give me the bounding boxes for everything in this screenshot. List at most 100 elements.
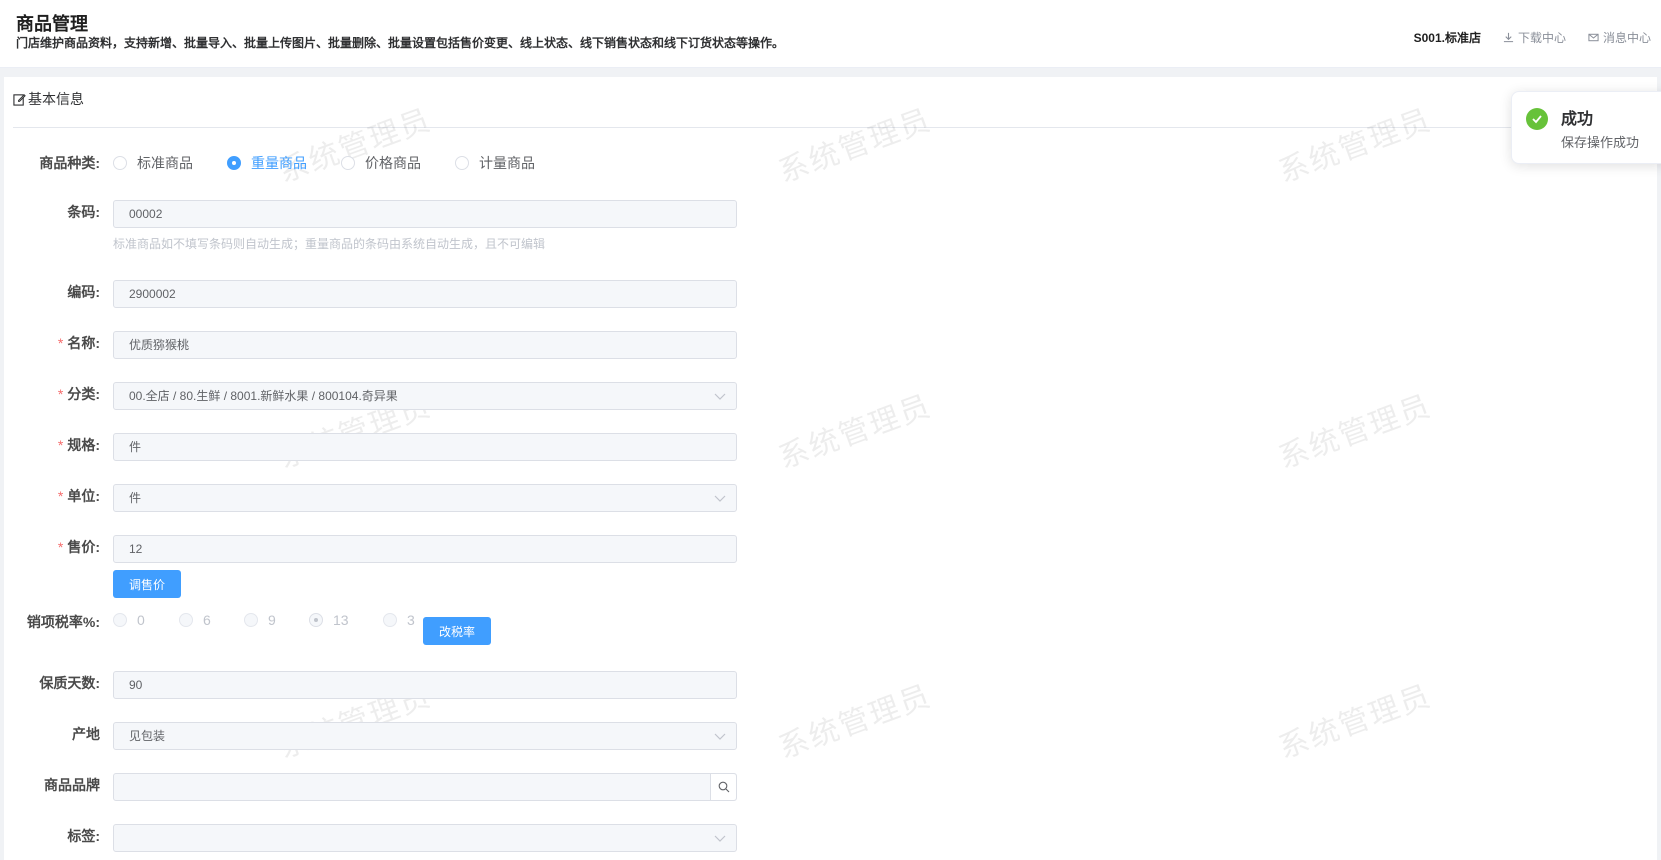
name-input[interactable]: 优质猕猴桃 xyxy=(113,331,737,359)
watermark: 系统管理员 xyxy=(274,103,437,190)
spec-label: * 规格: xyxy=(4,435,100,455)
brand-label: 商品品牌 xyxy=(44,777,100,793)
category-select[interactable]: 00.全店 / 80.生鲜 / 8001.新鲜水果 / 800104.奇异果 xyxy=(113,382,737,410)
chevron-down-icon xyxy=(714,835,726,842)
tax-rate-option[interactable]: 6 xyxy=(179,612,244,628)
option-label: 价格商品 xyxy=(365,155,421,171)
section-title: 基本信息 xyxy=(13,89,84,109)
tax-rate-label: 销项税率%: xyxy=(26,614,100,630)
option-label: 计量商品 xyxy=(479,155,535,171)
category-value: 00.全店 / 80.生鲜 / 8001.新鲜水果 / 800104.奇异果 xyxy=(129,389,398,403)
required-mark: * xyxy=(57,437,64,453)
option-label: 13 xyxy=(333,612,349,628)
download-center-label: 下载中心 xyxy=(1517,31,1566,45)
notification-message: 保存操作成功 xyxy=(1561,135,1640,150)
brand-input[interactable] xyxy=(113,773,737,801)
price-label-text: 售价: xyxy=(67,539,100,555)
change-tax-rate-button[interactable]: 改税率 xyxy=(423,617,491,645)
name-label: * 名称: xyxy=(4,333,100,353)
tax-rate-option[interactable]: 0 xyxy=(113,612,179,628)
product-type-label: 商品种类: xyxy=(39,155,100,171)
check-circle-icon xyxy=(1526,108,1548,130)
chevron-down-icon xyxy=(714,733,726,740)
barcode-label: 条码: xyxy=(67,204,100,220)
page-description: 门店维护商品资料，支持新增、批量导入、批量上传图片、批量删除、批量设置包括售价变… xyxy=(16,36,785,50)
watermark: 系统管理员 xyxy=(1274,103,1437,190)
category-label: * 分类: xyxy=(4,384,100,404)
header-actions: S001.标准店 下载中心 消息中心 xyxy=(1414,29,1651,46)
radio-circle xyxy=(383,613,397,627)
section-title-label: 基本信息 xyxy=(28,91,84,107)
watermark: 系统管理员 xyxy=(774,679,937,766)
download-center-link[interactable]: 下载中心 xyxy=(1503,29,1566,46)
tax-rate-option[interactable]: 9 xyxy=(244,612,309,628)
origin-select[interactable]: 见包装 xyxy=(113,722,737,750)
option-label: 标准商品 xyxy=(137,155,193,171)
origin-value: 见包装 xyxy=(129,729,166,743)
chevron-down-icon xyxy=(714,393,726,400)
unit-label: * 单位: xyxy=(4,486,100,506)
origin-label: 产地 xyxy=(72,726,100,742)
adjust-price-button[interactable]: 调售价 xyxy=(113,570,181,598)
tags-label: 标签: xyxy=(67,828,100,844)
brand-search-button[interactable] xyxy=(710,774,736,800)
edit-icon xyxy=(13,93,26,106)
radio-circle xyxy=(113,613,127,627)
download-icon xyxy=(1503,32,1514,43)
tax-rate-option[interactable]: 3 xyxy=(383,612,415,628)
tags-select[interactable] xyxy=(113,824,737,852)
code-input[interactable]: 2900002 xyxy=(113,280,737,308)
unit-value: 件 xyxy=(129,491,142,505)
shelf-life-input[interactable]: 90 xyxy=(113,671,737,699)
watermark: 系统管理员 xyxy=(1274,679,1437,766)
radio-circle xyxy=(455,156,469,170)
radio-circle xyxy=(244,613,258,627)
option-label: 9 xyxy=(268,612,276,628)
option-label: 6 xyxy=(203,612,211,628)
success-notification: 成功 保存操作成功 xyxy=(1511,91,1661,164)
watermark: 系统管理员 xyxy=(774,389,937,476)
product-type-option[interactable]: 标准商品 xyxy=(113,153,227,173)
barcode-hint: 标准商品如不填写条码则自动生成；重量商品的条码由系统自动生成，且不可编辑 xyxy=(113,237,546,251)
search-icon xyxy=(718,781,729,793)
chevron-down-icon xyxy=(714,495,726,502)
radio-circle xyxy=(227,156,241,170)
required-mark: * xyxy=(57,488,64,504)
tax-rate-radio-group: 0 6 9 13 3 xyxy=(113,612,415,628)
tax-rate-option[interactable]: 13 xyxy=(309,612,383,628)
product-type-option[interactable]: 价格商品 xyxy=(341,153,455,173)
product-type-option[interactable]: 计量商品 xyxy=(455,153,535,173)
radio-circle xyxy=(113,156,127,170)
notification-title: 成功 xyxy=(1561,111,1594,128)
page-header: 商品管理 门店维护商品资料，支持新增、批量导入、批量上传图片、批量删除、批量设置… xyxy=(0,0,1661,68)
radio-circle xyxy=(341,156,355,170)
product-type-option[interactable]: 重量商品 xyxy=(227,153,341,173)
option-label: 0 xyxy=(137,612,145,628)
price-label: * 售价: xyxy=(4,537,100,557)
name-label-text: 名称: xyxy=(67,335,100,351)
price-input[interactable]: 12 xyxy=(113,535,737,563)
spec-label-text: 规格: xyxy=(67,437,100,453)
basic-info-card: 基本信息 系统管理员 系统管理员 系统管理员 系统管理员 系统管理员 系统管理员… xyxy=(4,77,1657,860)
option-label: 重量商品 xyxy=(251,155,307,171)
store-name[interactable]: S001.标准店 xyxy=(1414,29,1481,46)
unit-select[interactable]: 件 xyxy=(113,484,737,512)
section-divider xyxy=(13,127,1653,128)
spec-input[interactable]: 件 xyxy=(113,433,737,461)
shelf-life-label: 保质天数: xyxy=(39,675,100,691)
barcode-input[interactable]: 00002 xyxy=(113,200,737,228)
message-center-label: 消息中心 xyxy=(1602,31,1651,45)
required-mark: * xyxy=(57,386,64,402)
required-mark: * xyxy=(57,335,64,351)
product-type-radio-group: 标准商品 重量商品 价格商品 计量商品 xyxy=(113,153,535,173)
watermark: 系统管理员 xyxy=(774,103,937,190)
category-label-text: 分类: xyxy=(67,386,100,402)
page-title: 商品管理 xyxy=(16,14,88,34)
unit-label-text: 单位: xyxy=(67,488,100,504)
radio-circle xyxy=(309,613,323,627)
option-label: 3 xyxy=(407,612,415,628)
message-center-link[interactable]: 消息中心 xyxy=(1588,29,1651,46)
mail-icon xyxy=(1588,33,1599,42)
watermark: 系统管理员 xyxy=(1274,389,1437,476)
radio-circle xyxy=(179,613,193,627)
